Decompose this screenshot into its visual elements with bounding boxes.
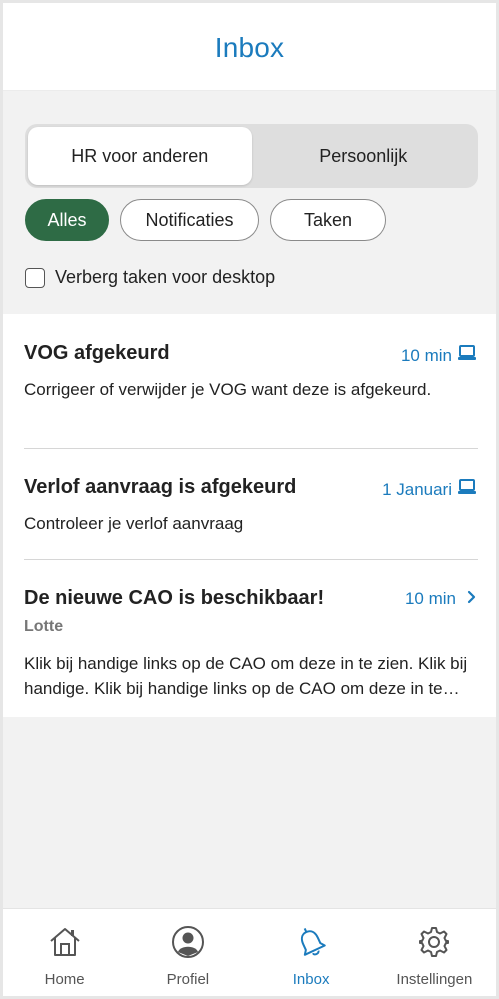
tab-home[interactable]: Home [3,909,126,996]
item-time: 10 min [400,345,452,365]
tab-inbox[interactable]: Inbox [250,909,373,996]
segment-hr-voor-anderen[interactable]: HR voor anderen [28,127,252,185]
item-sender: Lotte [24,618,64,635]
item-meta: 1 Januari [382,478,477,501]
filter-chips: Alles Notificaties Taken [25,199,386,241]
hide-desktop-row: Verberg taken voor desktop [25,267,275,288]
divider [24,448,478,449]
app-frame: Inbox HR voor anderen Persoonlijk Alles … [0,0,499,999]
item-meta: 10 min [405,589,477,609]
laptop-icon [457,344,477,367]
tab-bar: Home Profiel Inbox Instellingen [3,908,496,996]
tab-label: Instellingen [396,971,473,988]
laptop-icon [457,478,477,501]
item-title: De nieuwe CAO is beschikbaar! [24,587,325,609]
item-body: Klik bij handige links op de CAO om deze… [24,654,468,698]
list-item[interactable]: De nieuwe CAO is beschikbaar! 10 min Lot… [24,585,477,705]
item-time: 1 Januari [382,479,452,499]
tab-label: Inbox [292,971,330,988]
segment-persoonlijk[interactable]: Persoonlijk [252,127,476,185]
item-body: Controleer je verlof aanvraag [24,514,244,533]
item-title: Verlof aanvraag is afgekeurd [24,476,297,498]
bell-icon [294,925,328,959]
item-title: VOG afgekeurd [24,342,170,364]
item-body: Corrigeer of verwijder je VOG want deze … [24,380,432,399]
page-title: Inbox [214,31,285,63]
list-item[interactable]: VOG afgekeurd 10 min Corrigeer of verwij… [24,340,477,450]
chevron-right-icon [467,589,477,609]
list-item[interactable]: Verlof aanvraag is afgekeurd 1 Januari C… [24,474,477,554]
tab-instellingen[interactable]: Instellingen [373,909,496,996]
hide-desktop-label: Verberg taken voor desktop [55,267,276,287]
gear-icon [417,925,451,959]
tab-profiel[interactable]: Profiel [126,909,249,996]
item-meta: 10 min [401,344,477,367]
tab-label: Home [44,971,85,988]
hide-desktop-checkbox[interactable] [25,267,45,288]
filter-chip-taken[interactable]: Taken [270,199,386,241]
item-time: 10 min [404,589,456,608]
tab-label: Profiel [166,971,210,988]
segmented-control: HR voor anderen Persoonlijk [25,124,478,188]
filter-chip-notificaties[interactable]: Notificaties [120,199,259,241]
filter-chip-alles[interactable]: Alles [25,199,109,241]
profile-icon [171,925,205,959]
header: Inbox [3,3,496,91]
home-icon [48,925,82,959]
divider [24,559,478,560]
inbox-list: VOG afgekeurd 10 min Corrigeer of verwij… [3,314,496,717]
